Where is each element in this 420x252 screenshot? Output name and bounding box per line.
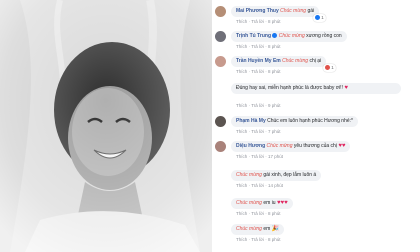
comment-text: yêu thương của chị (293, 143, 337, 149)
comment-time: 8 phút (267, 19, 281, 24)
keyword: Chúc mừng (282, 58, 309, 64)
avatar[interactable] (215, 6, 226, 17)
comment-bubble: Mai Phương Thuy Chúc mừng gái (231, 6, 320, 17)
comment-time: 8 phút (267, 211, 281, 216)
reply-link[interactable]: Trả lời (251, 44, 264, 49)
comment-text: gái xinh, đẹp lắm luôn á (263, 172, 317, 178)
comment-text: chị ại (309, 58, 322, 64)
avatar[interactable] (215, 83, 226, 94)
commenter-name[interactable]: Mai Phương Thuy (236, 8, 279, 14)
heart-icon: ♥♥ (338, 143, 346, 149)
keyword: Chúc mừng (278, 33, 305, 39)
comment-bubble: Chúc mừng gái xinh, đẹp lắm luôn á (231, 170, 322, 181)
reply-link[interactable]: Trả lời (251, 154, 264, 159)
reaction-count: 1 (331, 65, 334, 70)
comment-text: Đúng hay sai, miễn hạnh phúc là được bab… (236, 85, 343, 91)
commenter-name[interactable]: Trịnh Tú Trung (236, 33, 271, 39)
commenter-name[interactable]: Diệu Hương (236, 143, 265, 149)
like-link[interactable]: Thích (236, 69, 247, 74)
comment-bubble: Trần Huyền My Em Chúc mừng chị ại (231, 56, 327, 67)
reply-link[interactable]: Trả lời (251, 211, 264, 216)
like-link[interactable]: Thích (236, 44, 247, 49)
comment-bubble: Chúc mừng em 🎉 (231, 224, 285, 235)
keyword: Chúc mừng (266, 143, 293, 149)
comment-text: xương rồng con (306, 33, 342, 39)
comment-meta: Thích · Trả lời · 14 phút (236, 183, 283, 188)
like-link[interactable]: Thích (236, 183, 247, 188)
reply-link[interactable]: Trả lời (251, 69, 264, 74)
reply-link[interactable]: Trả lời (251, 103, 264, 108)
reply-link[interactable]: Trả lời (251, 129, 264, 134)
party-emoji-icon: 🎉 (271, 226, 280, 232)
avatar[interactable] (215, 56, 226, 67)
reaction-badge[interactable]: 1 (313, 14, 326, 22)
reaction-badge[interactable]: 1 (323, 64, 336, 72)
verified-badge-icon (272, 33, 278, 38)
comment-bubble: Chúc mừng em iu ♥♥♥ (231, 198, 293, 209)
comment-time: 8 phút (267, 69, 281, 74)
comment-time: 9 phút (267, 103, 281, 108)
comment-meta: Thích · Trả lời · 8 phút (236, 237, 281, 242)
reply-link[interactable]: Trả lời (251, 183, 264, 188)
heart-icon: ♥♥♥ (276, 200, 288, 206)
comment-bubble: Phạm Hà My Chúc em luôn hạnh phúc Hương … (231, 116, 358, 127)
comment-meta: Thích · Trả lời · 17 phút (236, 154, 283, 159)
like-link[interactable]: Thích (236, 237, 247, 242)
comment-time: 8 phút (267, 44, 281, 49)
comment-text: Chúc em luôn hạnh phúc Hương nhé:* (267, 118, 353, 124)
comment-time: 17 phút (267, 154, 283, 159)
comment-bubble: Đúng hay sai, miễn hạnh phúc là được bab… (231, 83, 401, 94)
reaction-count: 1 (321, 15, 324, 20)
avatar[interactable] (215, 198, 226, 209)
comment-list: Mai Phương Thuy Chúc mừng gái 1 Thích · … (215, 0, 418, 252)
heart-icon: ♥ (344, 85, 348, 91)
avatar[interactable] (215, 170, 226, 181)
comment-meta: Thích · Trả lời · 8 phút (236, 19, 281, 24)
keyword: Chúc mừng (236, 172, 262, 178)
bride-photo (0, 0, 212, 252)
love-reaction-icon (325, 65, 330, 70)
avatar[interactable] (215, 224, 226, 235)
comment-time: 7 phút (267, 129, 281, 134)
comment-bubble: Trịnh Tú Trung Chúc mừng xương rồng con (231, 31, 347, 42)
like-link[interactable]: Thích (236, 19, 247, 24)
reply-link[interactable]: Trả lời (251, 19, 264, 24)
comment-text: em (263, 226, 271, 232)
comment-meta: Thích · Trả lời · 8 phút (236, 69, 281, 74)
comment-meta: Thích · Trả lời · 8 phút (236, 211, 281, 216)
comment-bubble: Diệu Hương Chúc mừng yêu thương của chị … (231, 141, 351, 152)
comment-text: em iu (263, 200, 276, 206)
keyword: Chúc mừng (280, 8, 307, 14)
comment-time: 14 phút (267, 183, 283, 188)
bride-illustration (0, 0, 212, 252)
reply-link[interactable]: Trả lời (251, 237, 264, 242)
comment-text: gái (307, 8, 315, 14)
commenter-name[interactable]: Trần Huyền My Em (236, 58, 281, 64)
comment-meta: Thích · Trả lời · 8 phút (236, 44, 281, 49)
comment-meta: Thích · Trả lời · 9 phút (236, 103, 281, 108)
like-link[interactable]: Thích (236, 154, 247, 159)
like-link[interactable]: Thích (236, 211, 247, 216)
avatar[interactable] (215, 141, 226, 152)
like-reaction-icon (315, 15, 320, 20)
comment-meta: Thích · Trả lời · 7 phút (236, 129, 281, 134)
avatar[interactable] (215, 31, 226, 42)
commenter-name[interactable]: Phạm Hà My (236, 118, 266, 124)
like-link[interactable]: Thích (236, 103, 247, 108)
keyword: Chúc mừng (236, 226, 262, 232)
avatar[interactable] (215, 116, 226, 127)
like-link[interactable]: Thích (236, 129, 247, 134)
comment-time: 8 phút (267, 237, 281, 242)
keyword: Chúc mừng (236, 200, 262, 206)
